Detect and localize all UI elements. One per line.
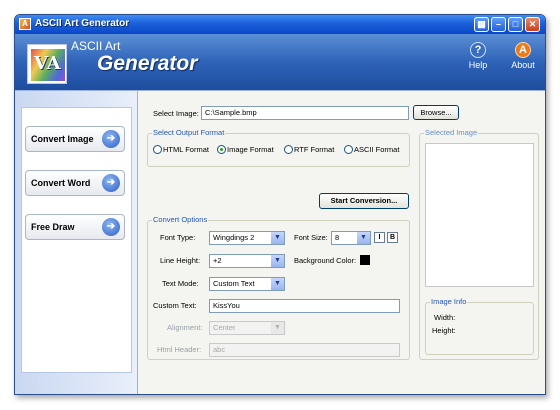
help-icon: ? (470, 42, 486, 58)
radio-dot (284, 145, 293, 154)
brand-subtitle: ASCII Art (71, 39, 121, 53)
help-label: Help (468, 60, 488, 70)
sidebar-item-label: Free Draw (31, 222, 75, 232)
background-color-swatch[interactable] (360, 255, 370, 265)
sidebar-panel: Convert Image ➔ Convert Word ➔ Free Draw… (21, 107, 132, 373)
font-type-label: Font Type: (160, 233, 196, 242)
radio-label: HTML Format (163, 145, 209, 154)
radio-html-format[interactable]: HTML Format (153, 145, 209, 154)
radio-dot-selected (217, 145, 226, 154)
app-logo-icon: VA (27, 44, 67, 84)
line-height-select[interactable]: +2 ▼ (209, 254, 285, 268)
selected-image-group: Selected Image Image Info Width: Height: (419, 128, 539, 360)
app-window: A ASCII Art Generator ▦ – □ ✕ VA ASCII A… (14, 14, 546, 395)
arrow-right-icon: ➔ (102, 218, 120, 236)
chevron-down-icon: ▼ (271, 278, 284, 290)
alignment-select[interactable]: Center ▼ (209, 321, 285, 335)
text-mode-value: Custom Text (213, 279, 255, 288)
radio-label: ASCII Format (354, 145, 400, 154)
about-icon: A (515, 42, 531, 58)
chevron-down-icon: ▼ (357, 232, 370, 244)
select-image-label: Select Image: (153, 109, 199, 118)
close-button[interactable]: ✕ (525, 17, 540, 32)
about-label: About (511, 60, 535, 70)
line-height-label: Line Height: (160, 256, 201, 265)
arrow-right-icon: ➔ (102, 174, 120, 192)
output-format-group: Select Output Format HTML Format Image F… (147, 128, 410, 167)
text-mode-select[interactable]: Custom Text ▼ (209, 277, 285, 291)
sidebar: Convert Image ➔ Convert Word ➔ Free Draw… (15, 91, 138, 394)
app-header: VA ASCII Art Generator ? Help A About (15, 34, 545, 90)
title-bar[interactable]: A ASCII Art Generator ▦ – □ ✕ (15, 15, 545, 34)
bold-toggle[interactable]: B (387, 232, 398, 243)
line-height-value: +2 (213, 256, 222, 265)
image-info-title: Image Info (430, 297, 468, 306)
radio-label: RTF Format (294, 145, 335, 154)
image-preview (425, 143, 534, 287)
window-title: ASCII Art Generator (35, 18, 130, 29)
browse-button[interactable]: Browse... (413, 105, 459, 120)
about-button[interactable]: A About (505, 42, 541, 82)
radio-dot (153, 145, 162, 154)
custom-text-label: Custom Text: (153, 301, 197, 310)
start-conversion-button[interactable]: Start Conversion... (319, 193, 409, 209)
font-type-select[interactable]: Wingdings 2 ▼ (209, 231, 285, 245)
minimize-button[interactable]: – (491, 17, 506, 32)
radio-dot (344, 145, 353, 154)
app-icon: A (19, 18, 31, 30)
radio-rtf-format[interactable]: RTF Format (284, 145, 334, 154)
main-panel: Select Image: C:\Sample.bmp Browse... Se… (139, 91, 545, 394)
text-mode-label: Text Mode: (162, 279, 199, 288)
chevron-down-icon: ▼ (271, 322, 284, 334)
font-size-value: 8 (335, 233, 340, 242)
font-size-select[interactable]: 8 ▼ (331, 231, 371, 245)
italic-toggle[interactable]: I (374, 232, 385, 243)
maximize-button[interactable]: □ (508, 17, 523, 32)
convert-options-title: Convert Options (152, 215, 209, 224)
grid-view-button[interactable]: ▦ (474, 17, 489, 32)
selected-image-title: Selected Image (424, 128, 479, 137)
html-header-label: Html Header: (157, 345, 202, 354)
font-type-value: Wingdings 2 (213, 233, 255, 242)
image-path-input[interactable]: C:\Sample.bmp (201, 106, 409, 120)
alignment-label: Alignment: (167, 323, 203, 332)
chevron-down-icon: ▼ (271, 255, 284, 267)
radio-ascii-format[interactable]: ASCII Format (344, 145, 399, 154)
help-button[interactable]: ? Help (460, 42, 496, 82)
height-label: Height: (432, 326, 456, 335)
font-size-label: Font Size: (294, 233, 328, 242)
sidebar-item-free-draw[interactable]: Free Draw ➔ (25, 214, 125, 240)
sidebar-item-label: Convert Word (31, 178, 91, 188)
custom-text-input[interactable]: KissYou (209, 299, 400, 313)
background-color-label: Background Color: (294, 256, 357, 265)
width-label: Width: (434, 313, 456, 322)
alignment-value: Center (213, 323, 236, 332)
content-area: Convert Image ➔ Convert Word ➔ Free Draw… (15, 90, 545, 394)
brand-title: Generator (97, 52, 198, 75)
sidebar-item-label: Convert Image (31, 134, 94, 144)
image-info-group: Image Info Width: Height: (425, 297, 534, 355)
sidebar-item-convert-image[interactable]: Convert Image ➔ (25, 126, 125, 152)
radio-image-format[interactable]: Image Format (217, 145, 274, 154)
convert-options-group: Convert Options Font Type: Wingdings 2 ▼… (147, 215, 410, 360)
sidebar-item-convert-word[interactable]: Convert Word ➔ (25, 170, 125, 196)
chevron-down-icon: ▼ (271, 232, 284, 244)
html-header-input[interactable]: abc (209, 343, 400, 357)
arrow-right-icon: ➔ (102, 130, 120, 148)
output-format-title: Select Output Format (152, 128, 226, 137)
radio-label: Image Format (227, 145, 274, 154)
